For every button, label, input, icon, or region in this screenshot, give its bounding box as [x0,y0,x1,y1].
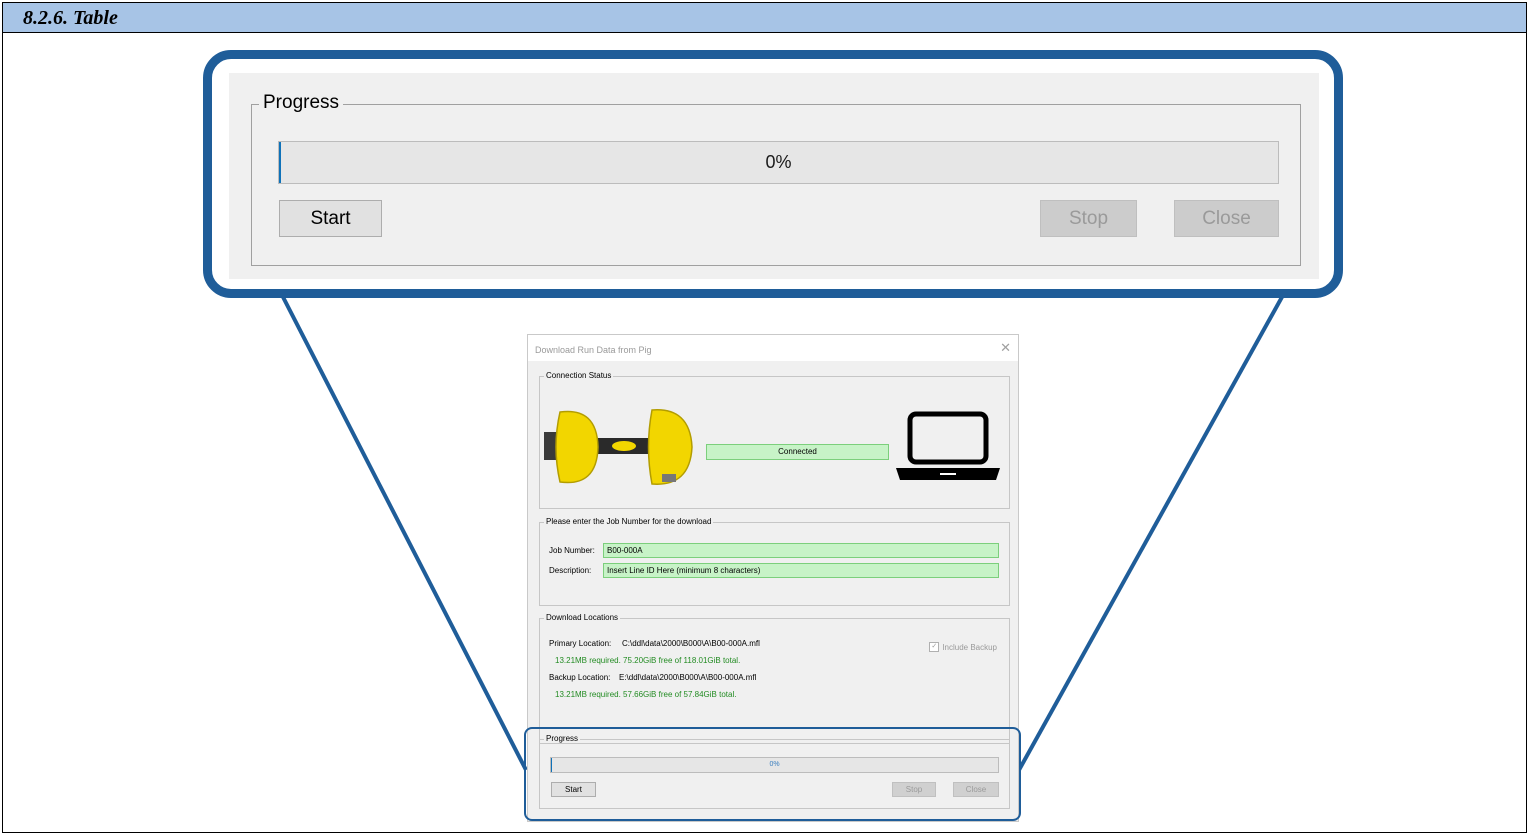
checkmark-icon: ✓ [929,642,940,652]
download-locations-group: Download Locations Primary Location: C:\… [539,613,1010,744]
zoom-progress-title: Progress [259,92,344,114]
dialog-titlebar: Download Run Data from Pig ✕ [528,335,1018,361]
zoom-start-button[interactable]: Start [279,200,382,237]
zoom-progress-text: 0% [765,152,792,172]
pig-tool-icon [544,409,693,485]
job-number-field[interactable]: B00-000A [603,543,999,558]
primary-location-path: C:\ddl\data\2000\B000\A\B00-000A.mfl [622,639,760,648]
connection-status-group: Connection Status Connected [539,371,1010,509]
connection-status-field: Connected [706,444,889,460]
description-label: Description: [549,566,592,575]
zoom-stop-button[interactable]: Stop [1040,200,1137,237]
primary-space-info: 13.21MB required. 75.20GiB free of 118.0… [555,656,741,665]
backup-location-path: E:\ddl\data\2000\B000\A\B00-000A.mfl [619,673,757,682]
dialog-title: Download Run Data from Pig [535,345,652,355]
laptop-icon [896,411,1000,480]
close-icon[interactable]: ✕ [1000,340,1011,356]
backup-location-label: Backup Location: [549,673,611,682]
include-backup-label: Include Backup [942,642,997,652]
download-locations-title: Download Locations [544,613,621,622]
primary-location-label: Primary Location: [549,639,612,648]
zoom-close-button[interactable]: Close [1174,200,1279,237]
job-number-title: Please enter the Job Number for the down… [544,517,714,526]
connection-status-title: Connection Status [544,371,614,380]
zoom-progress-group [251,104,1301,266]
include-backup-checkbox[interactable]: ✓ Include Backup [929,642,997,652]
job-number-group: Please enter the Job Number for the down… [539,517,1010,606]
progress-highlight-box [524,727,1021,821]
description-field[interactable]: Insert Line ID Here (minimum 8 character… [603,563,999,578]
zoom-progress-bar: 0% [278,141,1279,184]
backup-space-info: 13.21MB required. 57.66GiB free of 57.84… [555,690,737,699]
zoom-progress-panel: Progress 0% Start Stop Close [229,73,1319,279]
zoom-callout: Progress 0% Start Stop Close [203,50,1343,298]
job-number-label: Job Number: [549,546,595,555]
